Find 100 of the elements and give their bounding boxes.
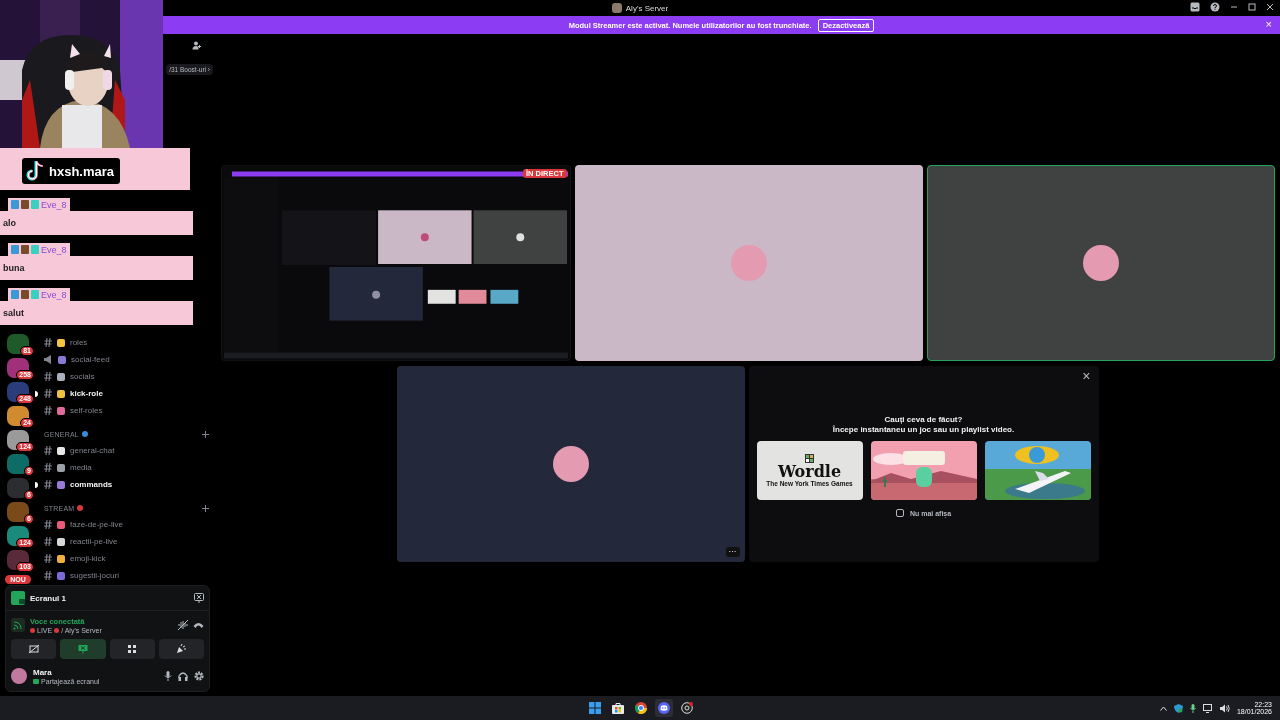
- taskbar-app[interactable]: [678, 699, 696, 717]
- game-title: Wordle: [777, 463, 842, 480]
- hash-icon: [44, 571, 52, 580]
- taskbar-app[interactable]: [632, 699, 650, 717]
- soundboard-icon: [176, 644, 187, 654]
- grid-icon: [805, 454, 814, 463]
- hash-icon: [44, 389, 52, 398]
- live-dot-icon: [54, 627, 60, 633]
- activity-title: Cauți ceva de făcut?: [884, 415, 963, 424]
- chat-username: Eve_8: [41, 289, 67, 300]
- chat-app-icon: [658, 702, 670, 714]
- live-dot-icon: [30, 627, 35, 633]
- hash-icon: [44, 520, 52, 529]
- screen-share-icon: [77, 644, 88, 654]
- channel-item[interactable]: sugestii-jocuri: [70, 571, 119, 580]
- server-icon[interactable]: [7, 550, 29, 570]
- badges-icon: [11, 290, 39, 299]
- channel-item[interactable]: reactii-pe-live: [70, 537, 118, 546]
- add-icon[interactable]: [202, 504, 209, 512]
- avatar: [552, 446, 589, 482]
- server-icon: [611, 3, 622, 13]
- add-icon[interactable]: [202, 430, 209, 438]
- server-icon[interactable]: [7, 430, 29, 450]
- taskbar-app[interactable]: [655, 699, 673, 717]
- recorder-icon: [681, 702, 693, 714]
- camera-off-icon: [28, 644, 39, 654]
- channel-item[interactable]: socials: [70, 372, 95, 381]
- badges-icon: [11, 245, 39, 254]
- channel-item[interactable]: faze-de-pe-live: [70, 520, 123, 529]
- unread-indicator: [35, 390, 38, 397]
- stop-stream-icon[interactable]: [194, 593, 204, 603]
- chat-username: Eve_8: [41, 244, 67, 255]
- more-button[interactable]: ···: [725, 547, 740, 557]
- hash-icon: [44, 480, 52, 489]
- start-button[interactable]: [586, 699, 604, 717]
- channel-name: hxsh.mara: [49, 163, 115, 179]
- help-icon[interactable]: [1210, 2, 1220, 12]
- avatar: [730, 245, 767, 281]
- hash-icon: [44, 338, 52, 347]
- signal-icon: [11, 618, 25, 632]
- activity-subtitle: Începe instantaneu un joc sau un playlist video.: [832, 425, 1015, 434]
- settings-icon[interactable]: [194, 671, 204, 681]
- avatar: [1082, 245, 1119, 281]
- window-title: Aly's Server: [625, 3, 669, 13]
- microphone-icon[interactable]: [1189, 703, 1196, 713]
- video-tile[interactable]: [926, 165, 1275, 361]
- hash-icon: [44, 463, 52, 472]
- windows-icon: [589, 702, 601, 714]
- activities-icon: [127, 644, 138, 654]
- server-icon[interactable]: [7, 382, 29, 402]
- server-icon[interactable]: [7, 358, 29, 378]
- channel-item[interactable]: emoji-kick: [70, 554, 106, 563]
- close-button[interactable]: ×: [1265, 19, 1272, 30]
- headphones-icon[interactable]: [178, 671, 188, 681]
- noise-suppression-icon[interactable]: [178, 620, 188, 630]
- avatar[interactable]: [11, 668, 27, 684]
- minimize-icon[interactable]: [1230, 3, 1238, 11]
- music-note-icon: [25, 160, 45, 182]
- chat-message: alo: [0, 211, 193, 235]
- microphone-icon[interactable]: [164, 671, 172, 681]
- server-icon[interactable]: [7, 334, 29, 354]
- user-name: Mara: [33, 667, 53, 677]
- volume-icon[interactable]: [1219, 703, 1230, 713]
- screen-share-icon: [11, 591, 25, 605]
- channel-item[interactable]: general-chat: [70, 446, 115, 455]
- inbox-icon[interactable]: [1190, 2, 1200, 12]
- emoji-icon: [77, 505, 84, 511]
- megaphone-icon: [44, 355, 53, 364]
- chevron-up-icon[interactable]: [1159, 705, 1167, 711]
- video-tile[interactable]: ···: [396, 366, 745, 562]
- add-user-icon[interactable]: [192, 41, 201, 50]
- chat-message: buna: [0, 256, 193, 280]
- shield-icon[interactable]: [1173, 703, 1183, 713]
- emoji-icon: [81, 431, 88, 437]
- channel-item[interactable]: kick-role: [70, 389, 103, 398]
- hash-icon: [44, 372, 52, 381]
- channel-item[interactable]: commands: [70, 480, 113, 489]
- close-button[interactable]: ×: [1082, 368, 1091, 384]
- video-tile[interactable]: [574, 165, 923, 361]
- maximize-icon[interactable]: [1248, 3, 1256, 11]
- channel-item[interactable]: roles: [70, 338, 88, 347]
- hash-icon: [44, 446, 52, 455]
- hash-icon: [44, 554, 52, 563]
- channel-item[interactable]: self-roles: [70, 406, 103, 415]
- hash-icon: [44, 537, 52, 546]
- server-icon[interactable]: [7, 406, 29, 426]
- toolbar-button[interactable]: [109, 639, 155, 659]
- server-icon[interactable]: [7, 526, 29, 546]
- chat-message: salut: [0, 301, 193, 325]
- hash-icon: [44, 406, 52, 415]
- checkbox[interactable]: [895, 509, 904, 517]
- server-icon[interactable]: [7, 454, 29, 474]
- channel-item[interactable]: media: [70, 463, 92, 472]
- disconnect-icon[interactable]: [193, 621, 204, 629]
- store-icon: [612, 702, 624, 714]
- browser-icon: [635, 702, 647, 714]
- channel-item[interactable]: social-feed: [71, 355, 110, 364]
- close-icon[interactable]: [1266, 3, 1274, 11]
- chat-username: Eve_8: [41, 199, 67, 210]
- stream-name: Ecranul 1: [30, 593, 66, 603]
